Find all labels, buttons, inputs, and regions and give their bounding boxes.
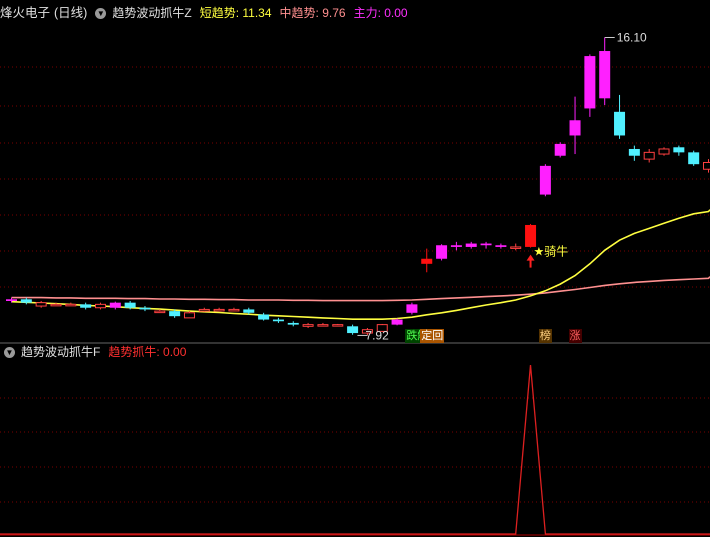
main-header: 烽火电子 (日线) ▼ 趋势波动抓牛Z 短趋势: 11.34 中趋势: 9.76… — [0, 3, 408, 23]
candle-body — [569, 120, 581, 136]
short-trend-label: 短趋势: — [199, 6, 240, 20]
candle-body — [65, 303, 77, 307]
candle-body — [584, 56, 596, 109]
candle-body — [450, 245, 462, 247]
short-trend: 短趋势: 11.34 — [200, 3, 272, 23]
candle-body — [628, 148, 640, 156]
signal-label: 趋势抓牛: — [108, 345, 160, 359]
candle-body — [465, 243, 477, 247]
signal-value: 0.00 — [163, 345, 187, 359]
mid-trend: 中趋势: 9.76 — [280, 3, 346, 23]
candle-body — [20, 299, 32, 303]
candle-body — [35, 302, 47, 307]
candle-body — [554, 143, 566, 156]
chevron-down-icon[interactable]: ▼ — [4, 346, 15, 358]
candle-body — [169, 311, 181, 317]
candle-body — [6, 299, 17, 301]
signal: 趋势抓牛: 0.00 — [108, 342, 186, 362]
candle-body — [258, 314, 270, 320]
candle-body — [391, 319, 403, 325]
candle-body — [495, 245, 507, 247]
high-price-label: 16.10 — [617, 31, 647, 45]
candle-body — [688, 152, 700, 165]
candle-body — [332, 324, 344, 327]
candle-body — [317, 324, 329, 327]
indicator-name[interactable]: 趋势波动抓牛Z — [112, 3, 191, 23]
period: (日线) — [54, 6, 88, 20]
main-force: 主力: 0.00 — [354, 3, 408, 23]
candle-body — [228, 308, 240, 312]
candle-body — [94, 303, 106, 309]
candle-body — [673, 147, 685, 153]
mid-trend-value: 9.76 — [322, 6, 346, 20]
candle-body — [213, 308, 225, 312]
low-price-label: 7.92 — [365, 328, 389, 342]
candle-body — [347, 326, 359, 334]
signal-tag: 榜 — [538, 329, 552, 343]
candle-body — [658, 148, 670, 155]
mid-trend-line — [11, 276, 710, 302]
sub-indicator — [0, 364, 710, 535]
sub-indicator-line — [0, 364, 710, 535]
candle-body — [480, 243, 492, 246]
candle-body — [287, 322, 299, 325]
kline-chart[interactable]: 16.10 7.92 ★骑牛 — [0, 0, 710, 537]
signal-tag: 定回 — [420, 329, 445, 343]
candle-body — [302, 324, 314, 327]
candle-body — [124, 302, 136, 308]
candle-body — [183, 312, 195, 319]
candle-body — [272, 319, 284, 322]
candle-body — [703, 161, 710, 170]
candle-body — [643, 151, 655, 160]
sub-header: ▼ 趋势波动抓牛F 趋势抓牛: 0.00 — [0, 342, 186, 362]
candle-body — [50, 303, 62, 307]
candle-body — [139, 307, 151, 310]
candle-body — [198, 308, 210, 312]
candle-body — [109, 302, 121, 308]
candle-body — [406, 304, 418, 313]
chevron-down-icon[interactable]: ▼ — [95, 7, 107, 19]
candle-body — [80, 304, 92, 308]
stock-name: 烽火电子 — [0, 6, 51, 20]
signal-tag: 涨 — [568, 329, 582, 343]
signal-label: ★骑牛 — [534, 244, 569, 259]
main-force-value: 0.00 — [384, 6, 408, 20]
short-trend-value: 11.34 — [242, 6, 272, 20]
mid-trend-label: 中趋势: — [279, 6, 319, 20]
candle-body — [436, 245, 448, 259]
candles — [6, 37, 710, 336]
candle-body — [614, 111, 626, 136]
candle-body — [421, 258, 433, 264]
main-force-label: 主力: — [353, 6, 381, 20]
sub-indicator-name[interactable]: 趋势波动抓牛F — [21, 342, 100, 362]
candle-body — [510, 246, 522, 249]
candle-body — [539, 165, 551, 195]
candle-body — [243, 309, 255, 313]
candle-body — [154, 310, 166, 314]
candle-body — [599, 51, 611, 99]
